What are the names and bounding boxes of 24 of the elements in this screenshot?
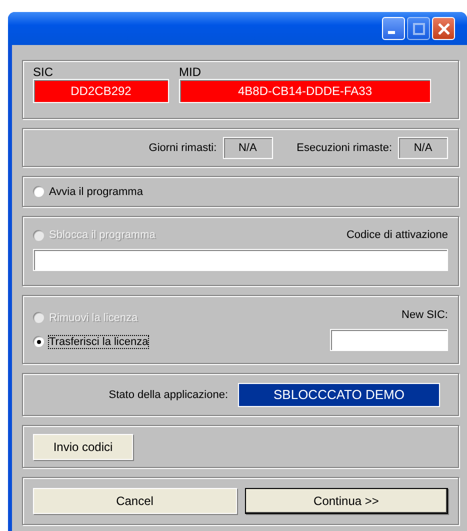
radio-option[interactable]: Avvia il programma <box>33 182 143 202</box>
code-field: 4B8D-CB14-DDDE-FA33 <box>179 79 431 103</box>
counter-label: Giorni rimasti: <box>148 142 217 154</box>
dialog-button[interactable]: Continua >> <box>244 488 448 514</box>
close-button[interactable] <box>432 17 455 40</box>
counter-label: Esecuzioni rimaste: <box>296 142 392 154</box>
activation-code-field[interactable] <box>33 249 448 271</box>
dialog-button[interactable]: Cancel <box>33 488 236 514</box>
new-sic-field[interactable] <box>330 328 448 350</box>
field-label: MID <box>179 65 202 79</box>
close-icon <box>438 22 450 34</box>
radio-option[interactable]: Trasferisci la licenza <box>33 332 328 352</box>
field-label: Codice di attivazione <box>346 229 448 241</box>
minimize-button[interactable] <box>382 17 405 40</box>
counter-value: N/A <box>398 136 448 158</box>
code-field: DD2CB292 <box>33 79 169 103</box>
minimize-icon <box>388 31 395 34</box>
send-codes-button[interactable]: Invio codici <box>33 434 133 460</box>
status-label: Stato della applicazione: <box>108 388 228 400</box>
field-label: SIC <box>33 65 54 79</box>
counter-value: N/A <box>222 136 273 158</box>
field-label: New SIC: <box>402 308 448 320</box>
maximize-icon <box>412 22 424 34</box>
status-value: SBLOCCCATO DEMO <box>238 382 440 406</box>
